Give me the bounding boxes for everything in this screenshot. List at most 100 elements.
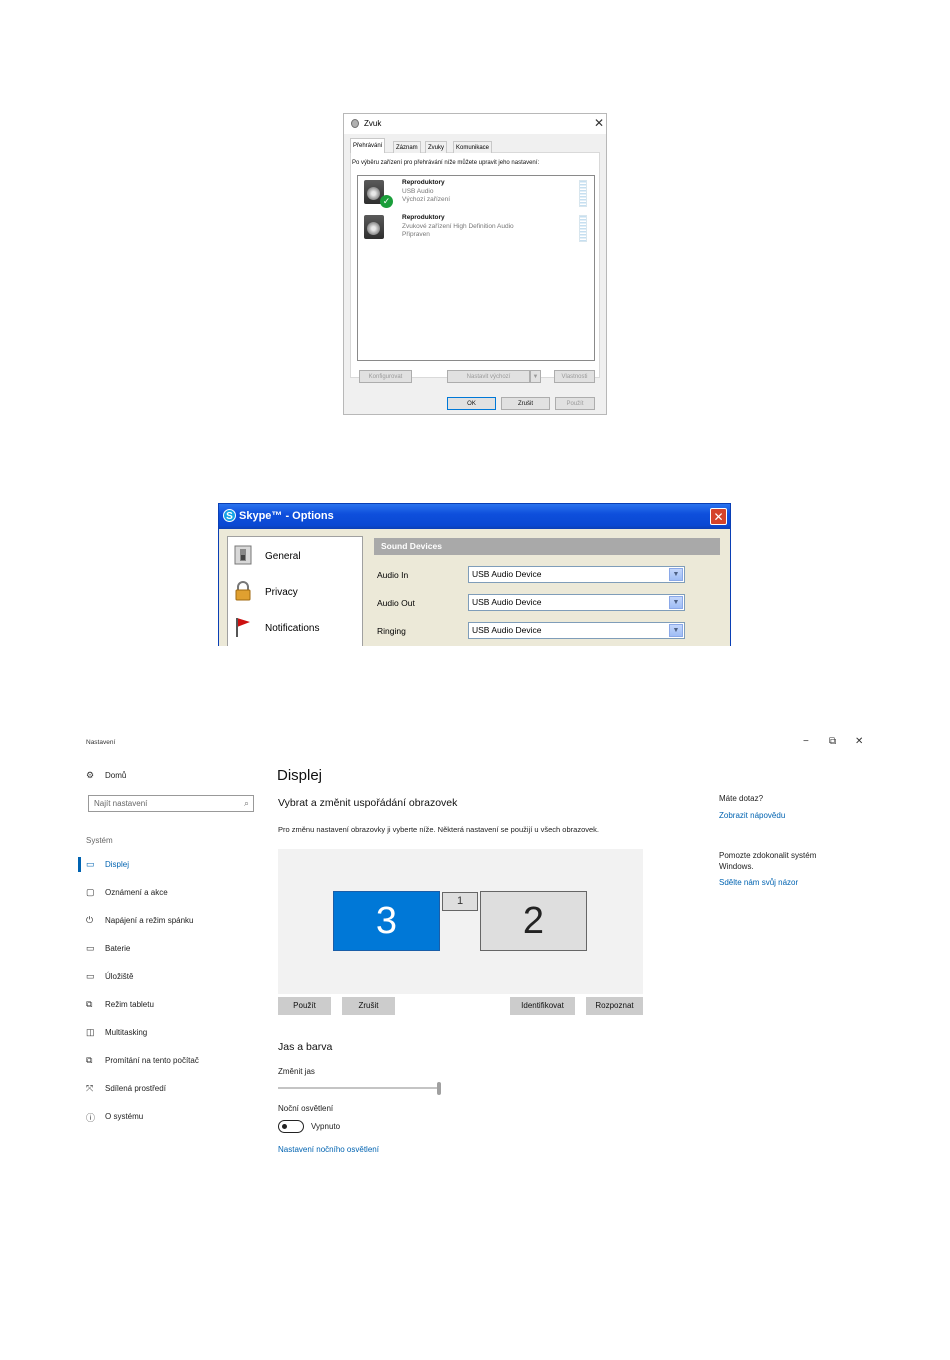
audio-in-select[interactable]: USB Audio Device ▼	[468, 566, 685, 583]
skype-dialog-title: Skype™ - Options	[239, 510, 334, 522]
device-item[interactable]: Reproduktory Zvukové zařízení High Defin…	[358, 213, 594, 247]
audio-out-select[interactable]: USB Audio Device ▼	[468, 594, 685, 611]
device-item[interactable]: ✓ Reproduktory USB Audio Výchozí zařízen…	[358, 178, 594, 212]
brightness-heading: Jas a barva	[278, 1041, 333, 1053]
skype-logo-icon: S	[223, 509, 236, 522]
lock-icon	[235, 581, 251, 601]
brightness-slider-thumb[interactable]	[437, 1082, 441, 1095]
improve-windows-text: Pomozte zdokonalit systém Windows.	[719, 851, 817, 871]
detect-button[interactable]: Rozpoznat	[586, 997, 643, 1015]
ringing-value: USB Audio Device	[472, 625, 542, 635]
page-title: Displej	[277, 767, 323, 784]
chevron-down-icon[interactable]: ▼	[669, 624, 683, 637]
sidebar-item-label: Displej	[105, 860, 130, 869]
identify-button[interactable]: Identifikovat	[510, 997, 575, 1015]
device-status: Výchozí zařízení	[402, 196, 451, 203]
night-light-toggle[interactable]	[278, 1120, 304, 1133]
nav-label: General	[265, 551, 301, 562]
display-arrangement: 3 1 2	[278, 849, 643, 994]
storage-icon: ▭	[86, 971, 95, 981]
set-default-button[interactable]: Nastavit výchozí	[447, 370, 530, 383]
cancel-button[interactable]: Zrušit	[342, 997, 395, 1015]
close-icon[interactable]: ✕	[710, 508, 727, 525]
brightness-label: Změnit jas	[278, 1067, 315, 1076]
ok-button[interactable]: OK	[447, 397, 496, 410]
sidebar-item-label: Baterie	[105, 944, 131, 953]
sidebar-item-label: Oznámení a akce	[105, 888, 168, 897]
device-name: Reproduktory	[402, 179, 445, 186]
device-description: Zvukové zařízení High Definition Audio	[402, 223, 514, 230]
show-help-link[interactable]: Zobrazit nápovědu	[719, 811, 785, 820]
close-icon[interactable]: ✕	[594, 116, 604, 130]
flag-icon	[236, 618, 250, 637]
set-default-dropdown[interactable]: ▼	[530, 370, 541, 383]
audio-out-value: USB Audio Device	[472, 597, 542, 607]
properties-button[interactable]: Vlastnosti	[554, 370, 595, 383]
minimize-icon[interactable]: −	[803, 736, 809, 747]
monitor-icon: ▭	[86, 859, 95, 869]
device-description: USB Audio	[402, 188, 434, 195]
tab-communications[interactable]: Komunikace	[453, 141, 493, 153]
chevron-down-icon[interactable]: ▼	[669, 568, 683, 581]
ringing-label: Ringing	[377, 626, 406, 636]
monitor-2[interactable]: 2	[480, 891, 587, 951]
search-icon: ⌕	[243, 798, 249, 808]
device-status: Připraven	[402, 231, 430, 238]
restore-icon[interactable]: ⧉	[829, 736, 836, 747]
help-question: Máte dotaz?	[719, 794, 764, 803]
nav-label: Notifications	[265, 623, 320, 634]
chevron-down-icon[interactable]: ▼	[669, 596, 683, 609]
monitor-1[interactable]: 1	[442, 892, 478, 911]
feedback-link[interactable]: Sdělte nám svůj názor	[719, 878, 798, 887]
sidebar-item-label: Multitasking	[105, 1028, 148, 1037]
sidebar-item-label: Režim tabletu	[105, 1000, 154, 1009]
power-icon: ⏻	[86, 915, 94, 925]
device-name: Reproduktory	[402, 214, 445, 221]
section-label: Systém	[86, 836, 113, 845]
sidebar-item-label: Napájení a režim spánku	[105, 916, 194, 925]
night-light-state: Vypnuto	[311, 1122, 341, 1131]
sidebar-item-label: Domů	[105, 771, 127, 780]
audio-in-label: Audio In	[377, 570, 409, 580]
night-light-label: Noční osvětlení	[278, 1104, 334, 1113]
tab-playback[interactable]: Přehrávání	[350, 138, 386, 153]
audio-in-value: USB Audio Device	[472, 569, 542, 579]
configure-button[interactable]: Konfigurovat	[359, 370, 412, 383]
apply-button[interactable]: Použít	[555, 397, 595, 410]
info-icon: ⓘ	[86, 1113, 96, 1123]
sidebar-item-label: O systému	[105, 1112, 144, 1121]
notification-icon: ▢	[86, 887, 95, 897]
speaker-app-icon	[351, 119, 359, 128]
tab-recording[interactable]: Záznam	[393, 141, 421, 153]
settings-window: Nastavení − ⧉ ✕ ⚙ Domů Najít nastavení ⌕…	[78, 730, 878, 1180]
search-input[interactable]: Najít nastavení ⌕	[88, 795, 254, 812]
sound-dialog: Zvuk ✕ Přehrávání Záznam Zvuky Komunikac…	[343, 113, 607, 415]
ringing-select[interactable]: USB Audio Device ▼	[468, 622, 685, 639]
section-title: Sound Devices	[381, 541, 442, 551]
night-light-settings-link[interactable]: Nastavení nočního osvětlení	[278, 1145, 379, 1154]
monitor-3[interactable]: 3	[333, 891, 440, 951]
sound-instruction: Po výběru zařízení pro přehrávání níže m…	[352, 160, 540, 166]
sidebar-item-label: Sdílená prostředí	[105, 1084, 166, 1093]
volume-meter	[579, 215, 587, 242]
search-placeholder: Najít nastavení	[94, 799, 148, 808]
apply-button[interactable]: Použít	[278, 997, 331, 1015]
cancel-button[interactable]: Zrušit	[501, 397, 550, 410]
skype-titlebar: S Skype™ - Options ✕	[219, 504, 730, 529]
brightness-slider[interactable]	[278, 1087, 440, 1089]
multitasking-icon: ◫	[86, 1027, 95, 1037]
skype-options-dialog: S Skype™ - Options ✕ General Privacy Not…	[218, 503, 731, 646]
active-indicator	[78, 857, 81, 872]
volume-meter	[579, 180, 587, 207]
projecting-icon: ⧉	[86, 1055, 93, 1065]
tablet-icon: ⧉	[86, 999, 93, 1009]
sidebar-item-label: Úložiště	[105, 972, 134, 981]
general-icon	[234, 545, 252, 565]
window-title: Nastavení	[86, 739, 116, 746]
options-nav: General Privacy Notifications	[227, 536, 363, 646]
sound-titlebar: Zvuk ✕	[344, 114, 606, 134]
close-icon[interactable]: ✕	[855, 736, 863, 747]
arrange-displays-heading: Vybrat a změnit uspořádání obrazovek	[278, 797, 458, 809]
tab-sounds[interactable]: Zvuky	[425, 141, 448, 153]
arrange-description: Pro změnu nastavení obrazovky ji vyberte…	[278, 825, 599, 834]
